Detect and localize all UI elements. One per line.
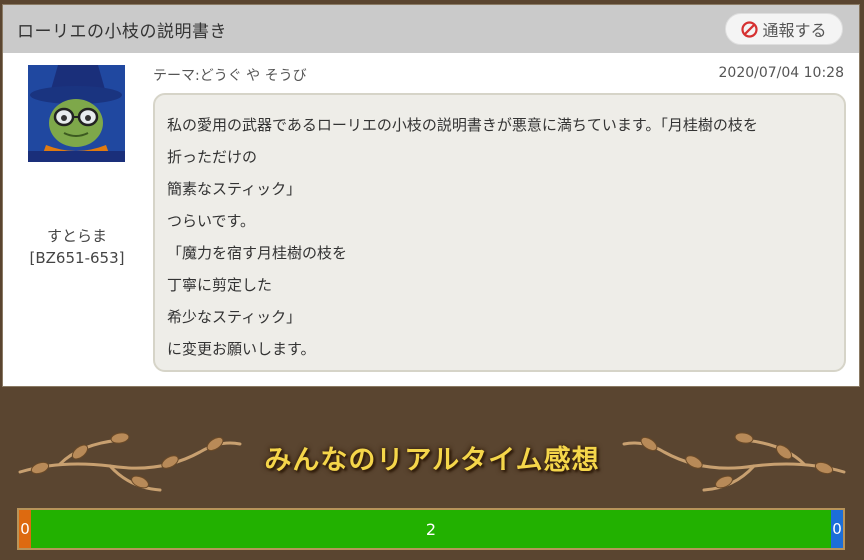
- post-date: 2020/07/04 10:28: [718, 65, 845, 81]
- post-header: ローリエの小枝の説明書き 通報する: [3, 5, 859, 53]
- message-line: 簡素なスティック」: [167, 180, 302, 198]
- post-title: ローリエの小枝の説明書き: [17, 21, 227, 42]
- author-id: [BZ651-653]: [29, 249, 125, 267]
- reaction-middle-segment: 2: [31, 510, 831, 548]
- message-line: 折っただけの: [167, 148, 258, 166]
- post-body: すとらま [BZ651-653] テーマ:どうぐ や そうび 2020/07/0…: [3, 53, 859, 386]
- post-theme: テーマ:どうぐ や そうび: [153, 68, 307, 84]
- reaction-left-count: 0: [20, 520, 30, 538]
- reaction-middle-count: 2: [425, 519, 437, 539]
- reaction-bar: 0 2 0: [17, 508, 845, 550]
- post-message: 私の愛用の武器であるローリエの小枝の説明書きが悪意に満ちています。「月桂樹の枝を…: [153, 93, 846, 372]
- message-line: つらいです。: [167, 212, 256, 230]
- reaction-right-segment: 0: [831, 510, 843, 548]
- message-line: 丁寧に剪定した: [167, 276, 273, 294]
- no-entry-icon: [741, 20, 759, 38]
- report-button[interactable]: 通報する: [725, 13, 843, 45]
- author-name[interactable]: すとらま: [3, 225, 151, 246]
- reactions-banner-title: みんなのリアルタイム感想: [264, 445, 600, 476]
- reaction-left-segment: 0: [19, 510, 31, 548]
- message-line: 私の愛用の武器であるローリエの小枝の説明書きが悪意に満ちています。「月桂樹の枝を: [167, 116, 758, 134]
- message-line: 「魔力を宿す月桂樹の枝を: [167, 244, 348, 262]
- message-line: 希少なスティック」: [167, 308, 302, 326]
- post-card: ローリエの小枝の説明書き 通報する すとらま [BZ651-653] テーマ:ど…: [2, 4, 860, 387]
- reaction-right-count: 0: [832, 520, 842, 538]
- avatar[interactable]: [28, 65, 125, 162]
- message-line: に変更お願いします。: [167, 340, 316, 358]
- report-label: 通報する: [762, 21, 827, 40]
